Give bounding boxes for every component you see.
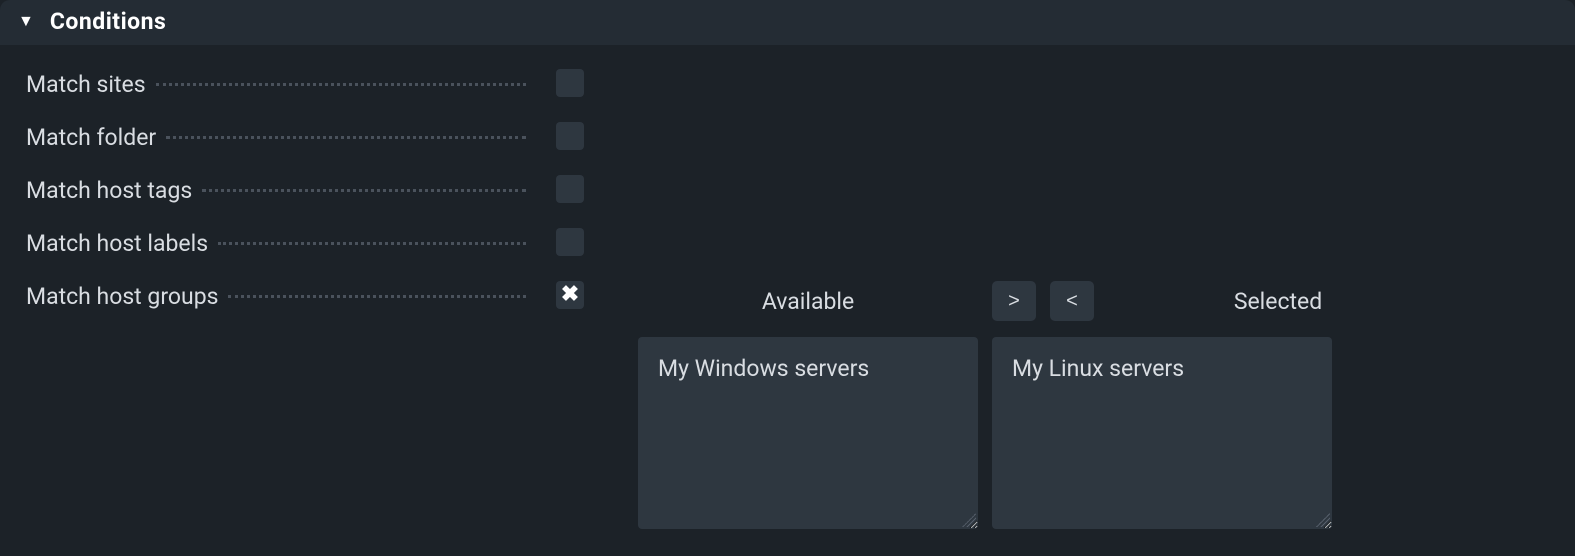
dotted-leader xyxy=(202,189,526,192)
condition-label: Match host tags xyxy=(26,177,198,204)
condition-label-cell: Match folder xyxy=(26,122,526,151)
condition-label-cell: Match host tags xyxy=(26,175,526,204)
condition-row: Match folder xyxy=(26,122,1549,151)
list-item[interactable]: My Windows servers xyxy=(658,351,958,386)
move-right-button[interactable]: > xyxy=(992,281,1036,321)
x-icon: ✖ xyxy=(561,284,579,306)
chevron-down-icon: ▼ xyxy=(18,13,34,29)
condition-row: Match host labels xyxy=(26,228,1549,257)
available-header: Available xyxy=(638,288,978,315)
dotted-leader xyxy=(166,136,526,139)
match-sites-checkbox[interactable] xyxy=(556,69,584,97)
dual-list-headers: Available > < Selected xyxy=(638,281,1549,321)
selected-listbox[interactable]: My Linux servers xyxy=(992,337,1332,529)
move-left-button[interactable]: < xyxy=(1050,281,1094,321)
condition-label: Match host labels xyxy=(26,230,214,257)
condition-row: Match host tags xyxy=(26,175,1549,204)
match-host-labels-checkbox[interactable] xyxy=(556,228,584,256)
condition-label-cell: Match host groups xyxy=(26,281,526,310)
match-host-tags-checkbox[interactable] xyxy=(556,175,584,203)
section-header[interactable]: ▼ Conditions xyxy=(0,0,1575,45)
condition-label-cell: Match host labels xyxy=(26,228,526,257)
available-listbox[interactable]: My Windows servers xyxy=(638,337,978,529)
list-item[interactable]: My Linux servers xyxy=(1012,351,1312,386)
dual-list-bodies: My Windows servers My Linux servers xyxy=(638,337,1549,529)
selected-header: Selected xyxy=(1108,288,1448,315)
condition-row: Match sites xyxy=(26,69,1549,98)
conditions-section: ▼ Conditions Match sites Match folder xyxy=(0,0,1575,543)
match-folder-checkbox[interactable] xyxy=(556,122,584,150)
condition-label: Match host groups xyxy=(26,283,224,310)
dotted-leader xyxy=(218,242,526,245)
condition-label: Match folder xyxy=(26,124,162,151)
condition-label: Match sites xyxy=(26,71,152,98)
match-host-groups-checkbox[interactable]: ✖ xyxy=(556,281,584,309)
section-title: Conditions xyxy=(50,8,167,35)
dotted-leader xyxy=(156,83,526,86)
section-body: Match sites Match folder Match host tags xyxy=(0,45,1575,543)
host-groups-detail: Available > < Selected My Windows server… xyxy=(586,281,1549,529)
condition-label-cell: Match sites xyxy=(26,69,526,98)
condition-row: Match host groups ✖ Available > < Select… xyxy=(26,281,1549,529)
dotted-leader xyxy=(228,295,526,298)
